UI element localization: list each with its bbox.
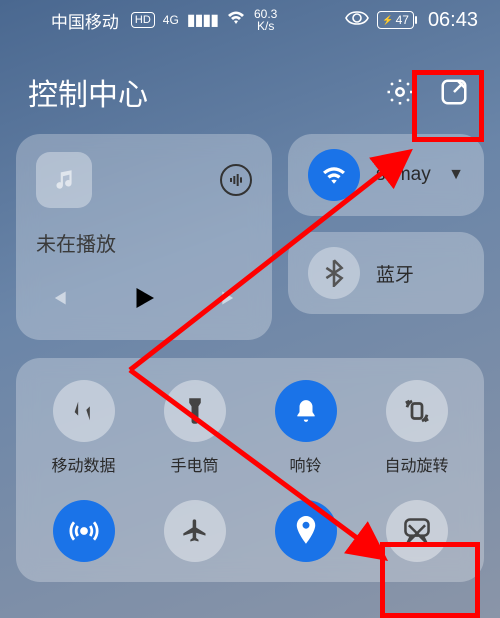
tile-hotspot[interactable] [29, 500, 139, 572]
location-icon [275, 500, 337, 562]
clock: 06:43 [428, 9, 478, 32]
eye-icon [345, 10, 369, 31]
battery-icon: ⚡47 [377, 11, 414, 29]
tile-screenshot[interactable] [362, 500, 472, 572]
tile-mobile-data[interactable]: 移动数据 [29, 380, 139, 476]
tile-label: 自动旋转 [384, 452, 448, 476]
tile-label: 移动数据 [51, 452, 115, 476]
flashlight-icon [164, 380, 226, 442]
page-title: 控制中心 [28, 70, 364, 114]
airplane-icon [164, 500, 226, 562]
bluetooth-label: 蓝牙 [376, 260, 464, 287]
media-card[interactable]: 未在播放 [16, 134, 272, 340]
audio-output-icon[interactable] [220, 164, 252, 196]
mobile-data-icon [53, 380, 115, 442]
network-type: 4G [163, 13, 179, 27]
hotspot-icon [53, 500, 115, 562]
tile-label: 手电筒 [170, 452, 218, 476]
bell-icon [275, 380, 337, 442]
music-note-icon [36, 152, 92, 208]
edit-button[interactable] [436, 74, 472, 110]
tile-flashlight[interactable]: 手电筒 [140, 380, 250, 476]
wifi-label: ssmay [376, 164, 432, 186]
net-speed: 60.3K/s [254, 8, 277, 32]
tile-ringer[interactable]: 响铃 [251, 380, 361, 476]
carrier-label: 中国移动 [51, 8, 119, 33]
wifi-icon [308, 149, 360, 201]
status-bar: 中国移动 HD 4G ▮▮▮▮ 60.3K/s ⚡47 06:43 [0, 0, 500, 40]
wifi-tile[interactable]: ssmay ▼ [288, 134, 484, 216]
quick-tiles-panel: 移动数据 手电筒 响铃 自动旋转 [16, 358, 484, 582]
wifi-icon [226, 10, 246, 31]
next-track-button[interactable] [218, 285, 244, 316]
tile-label: 响铃 [289, 452, 321, 476]
tile-auto-rotate[interactable]: 自动旋转 [362, 380, 472, 476]
screenshot-icon [386, 500, 448, 562]
chevron-down-icon[interactable]: ▼ [448, 166, 464, 184]
hd-badge: HD [131, 12, 155, 28]
rotate-icon [386, 380, 448, 442]
settings-button[interactable] [382, 74, 418, 110]
play-button[interactable] [129, 283, 159, 318]
control-center-header: 控制中心 [0, 40, 500, 134]
bluetooth-tile[interactable]: 蓝牙 [288, 232, 484, 314]
bluetooth-icon [308, 247, 360, 299]
signal-icon: ▮▮▮▮ [187, 10, 218, 30]
tile-airplane[interactable] [140, 500, 250, 572]
media-status-label: 未在播放 [36, 228, 252, 257]
tile-location[interactable] [251, 500, 361, 572]
prev-track-button[interactable] [44, 285, 70, 316]
